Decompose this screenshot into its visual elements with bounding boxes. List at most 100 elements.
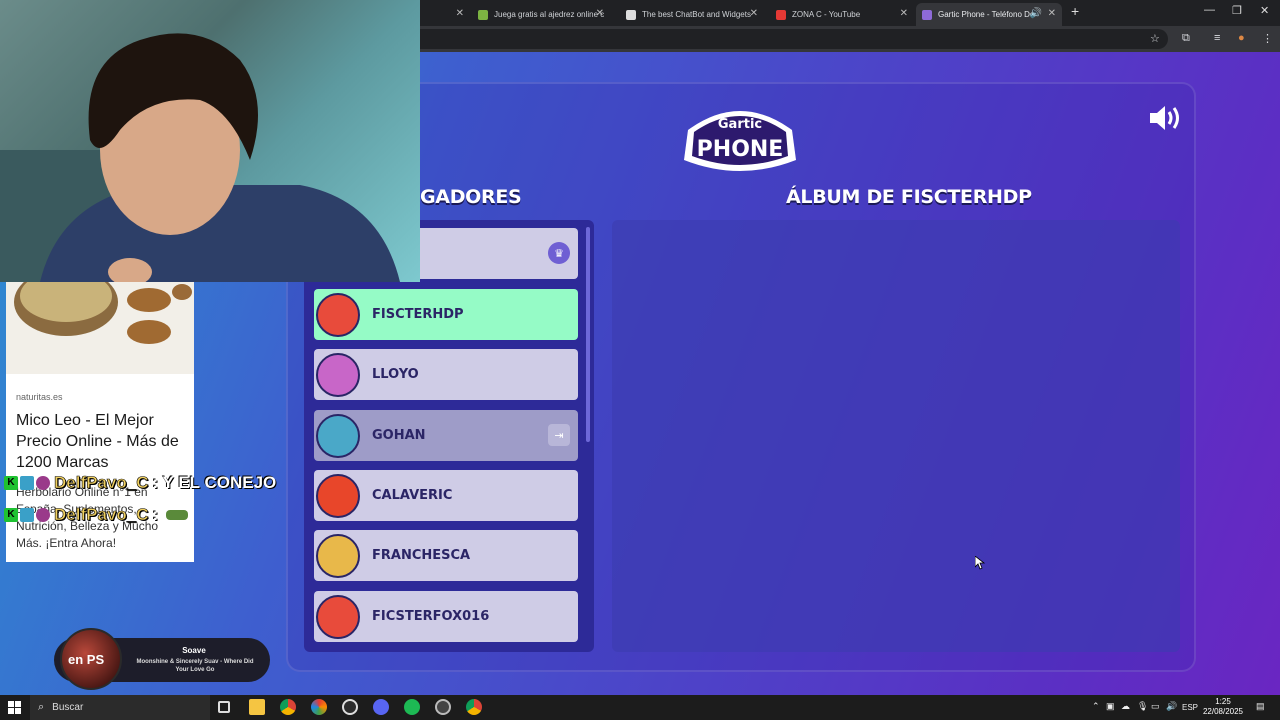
- close-tab-icon[interactable]: ✕: [900, 8, 908, 19]
- album-heading: ÁLBUM DE FISCTERHDP: [786, 186, 1032, 208]
- taskbar-search[interactable]: ⌕ Buscar: [30, 695, 210, 720]
- search-icon: ⌕: [38, 701, 45, 713]
- players-list: C ♛ FISCTERHDP LLOYO GOHAN ⇥ CALAVERIC F…: [304, 220, 594, 652]
- gartic-phone-logo: Gartic PHONE: [684, 111, 796, 171]
- browser-tab[interactable]: The best ChatBot and Widgets ✕: [620, 3, 764, 26]
- player-card[interactable]: FRANCHESCA: [314, 530, 578, 581]
- browser-tab[interactable]: ZONA C - YouTube ✕: [770, 3, 914, 26]
- logo-bottom-text: PHONE: [697, 137, 784, 162]
- crown-icon: ♛: [548, 242, 570, 264]
- player-card[interactable]: FICSTERFOX016: [314, 591, 578, 642]
- player-name: CALAVERIC: [372, 488, 453, 503]
- player-name: FICSTERFOX016: [372, 609, 490, 624]
- crocodile-emote-icon: [166, 510, 189, 520]
- avatar: [316, 533, 360, 578]
- new-tab-button[interactable]: +: [1071, 3, 1079, 19]
- mouse-cursor-icon: [975, 556, 985, 570]
- webcam-overlay: [0, 0, 420, 282]
- webcam-person: [0, 33, 400, 282]
- close-tab-icon[interactable]: ✕: [596, 8, 604, 19]
- notifications-icon[interactable]: ▤: [1256, 701, 1265, 712]
- discord-icon[interactable]: [373, 699, 389, 715]
- search-placeholder: Buscar: [52, 702, 84, 713]
- player-card[interactable]: LLOYO: [314, 349, 578, 400]
- close-tab-icon[interactable]: ✕: [1048, 8, 1056, 19]
- chat-message: K DelfPavo_C :: [4, 504, 189, 526]
- color-app-icon[interactable]: [311, 699, 327, 715]
- file-explorer-icon[interactable]: [249, 699, 265, 715]
- tray-app-icon[interactable]: ▣: [1106, 701, 1115, 712]
- minimize-icon[interactable]: —: [1204, 4, 1215, 16]
- maximize-icon[interactable]: ❐: [1232, 4, 1242, 17]
- ad-title[interactable]: Mico Leo - El Mejor Precio Online - Más …: [16, 410, 192, 473]
- chat-message: K DelfPavo_C : Y EL CONEJO: [4, 472, 276, 494]
- profile-avatar-icon[interactable]: ●: [1238, 32, 1245, 44]
- player-card[interactable]: GOHAN ⇥: [314, 410, 578, 461]
- browser-tab-strip: ✕ Juega gratis al ajedrez online c ✕ The…: [420, 0, 1280, 26]
- kick-badge-icon: K: [4, 508, 18, 522]
- avatar: [316, 292, 360, 337]
- language-indicator[interactable]: ESP: [1182, 703, 1198, 712]
- windows-start-icon[interactable]: [8, 701, 21, 714]
- players-heading: GADORES: [420, 186, 522, 208]
- extensions-icon[interactable]: ⧉: [1182, 32, 1190, 45]
- tab-title: The best ChatBot and Widgets: [642, 10, 751, 19]
- ad-product-photo: [14, 282, 192, 344]
- chat-username: DelfPavo_C: [54, 505, 149, 525]
- app-icon[interactable]: [435, 699, 451, 715]
- youtube-favicon-icon: [776, 9, 786, 20]
- player-name: GOHAN: [372, 428, 426, 443]
- onedrive-icon[interactable]: ☁: [1121, 701, 1130, 712]
- chat-username: DelfPavo_C: [54, 473, 149, 493]
- windows-taskbar: ⌕ Buscar ⌃ ▣ ☁ 🎙 ▭ 🔊 ESP 1:25 22/08/2025…: [0, 695, 1280, 720]
- tray-chevron-icon[interactable]: ⌃: [1092, 701, 1100, 712]
- chat-text: :: [152, 505, 159, 524]
- sound-toggle-icon[interactable]: [1148, 104, 1182, 132]
- avatar: [316, 413, 360, 458]
- chat-text: : Y EL CONEJO: [152, 473, 277, 492]
- close-tab-icon[interactable]: ✕: [456, 8, 464, 19]
- sub-badge-icon: [20, 476, 34, 490]
- chrome-icon[interactable]: [280, 699, 296, 715]
- ad-image: [6, 282, 194, 374]
- network-icon[interactable]: ▭: [1151, 701, 1160, 712]
- obs-icon[interactable]: [342, 699, 358, 715]
- chess-favicon-icon: [478, 9, 488, 20]
- bookmark-star-icon[interactable]: ☆: [1150, 32, 1160, 45]
- url-field[interactable]: [420, 29, 1168, 49]
- volume-icon[interactable]: 🔊: [1166, 701, 1177, 712]
- task-view-icon[interactable]: [218, 701, 230, 713]
- clock[interactable]: 1:25 22/08/2025: [1200, 697, 1246, 717]
- player-card-current[interactable]: FISCTERHDP: [314, 289, 578, 340]
- player-card[interactable]: CALAVERIC: [314, 470, 578, 521]
- tab-title: ZONA C - YouTube: [792, 10, 861, 19]
- clock-date: 22/08/2025: [1202, 707, 1244, 716]
- album-art-text: en PS: [68, 652, 105, 667]
- close-tab-icon[interactable]: ✕: [750, 8, 758, 19]
- ad-domain: naturitas.es: [16, 392, 63, 402]
- players-scrollbar[interactable]: [586, 227, 590, 442]
- browser-tab-active[interactable]: Gartic Phone - Teléfono De 🔊 ✕: [916, 3, 1062, 26]
- close-tab-icon[interactable]: 🔊: [1030, 8, 1042, 19]
- browser-tab[interactable]: Juega gratis al ajedrez online c ✕: [472, 3, 610, 26]
- clock-time: 1:25: [1215, 697, 1231, 706]
- tab-title: Juega gratis al ajedrez online c: [494, 10, 605, 19]
- song-title: Soave: [182, 646, 206, 655]
- song-artist: Moonshine & Sincerely Suav - Where Did Y…: [136, 659, 254, 673]
- close-window-icon[interactable]: ✕: [1260, 4, 1269, 17]
- microphone-icon[interactable]: 🎙: [1137, 701, 1148, 712]
- gift-badge-icon: [36, 508, 50, 522]
- sub-badge-icon: [20, 508, 34, 522]
- browser-tab[interactable]: ✕: [420, 3, 470, 26]
- album-art: en PS: [60, 628, 122, 690]
- player-name: LLOYO: [372, 367, 419, 382]
- kick-badge-icon: K: [4, 476, 18, 490]
- chatbot-favicon-icon: [626, 9, 636, 20]
- menu-kebab-icon[interactable]: ⋮: [1262, 32, 1273, 45]
- avatar: [316, 352, 360, 397]
- player-name: FISCTERHDP: [372, 307, 464, 322]
- logo-top-text: Gartic: [718, 117, 762, 132]
- chrome-active-icon[interactable]: [466, 699, 482, 715]
- media-icon[interactable]: ≡: [1214, 32, 1220, 44]
- spotify-icon[interactable]: [404, 699, 420, 715]
